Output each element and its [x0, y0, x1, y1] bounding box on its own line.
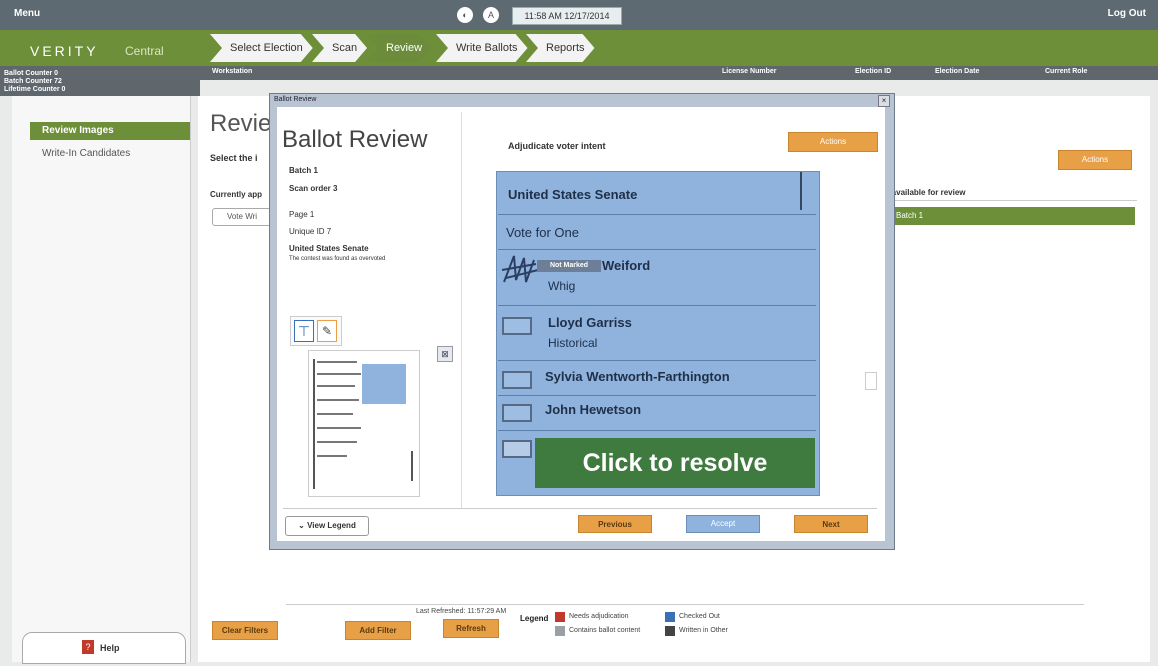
- divider: [498, 305, 816, 306]
- candidate-name: Sylvia Wentworth-Farthington: [545, 369, 730, 384]
- divider: [498, 430, 816, 431]
- adjudicate-heading: Adjudicate voter intent: [508, 141, 606, 151]
- module-name: Central: [125, 44, 164, 58]
- legend-label: Legend: [520, 614, 549, 623]
- candidate-party: Whig: [548, 279, 576, 293]
- needs-adjudication-swatch: [555, 612, 565, 622]
- candidate-oval[interactable]: [502, 404, 532, 422]
- logout-link[interactable]: Log Out: [1108, 8, 1146, 19]
- next-button[interactable]: Next: [794, 515, 868, 533]
- unique-id-info: Unique ID 7: [289, 227, 332, 236]
- contrast-icon[interactable]: ◐: [457, 7, 473, 23]
- lifetime-counter: Lifetime Counter 0: [4, 86, 66, 93]
- ballot-content-swatch: [555, 626, 565, 636]
- not-marked-badge: Not Marked: [537, 260, 601, 272]
- divider: [461, 112, 462, 508]
- close-icon[interactable]: ×: [878, 95, 890, 107]
- contest-status: The contest was found as overvoted: [289, 256, 386, 262]
- dialog-window-title: Ballot Review: [274, 96, 317, 103]
- view-legend-button[interactable]: ⌄ View Legend: [285, 516, 369, 536]
- candidate-oval[interactable]: [502, 317, 532, 335]
- ballot-page-icon[interactable]: ⊤: [294, 320, 314, 342]
- divider: [498, 214, 816, 215]
- vote-write-in-filter-button[interactable]: Vote Wri: [212, 208, 272, 226]
- accept-button[interactable]: Accept: [686, 515, 760, 533]
- ballot-counter: Ballot Counter 0: [4, 70, 59, 77]
- actions-label: Actions: [1081, 155, 1109, 164]
- step-select-election[interactable]: Select Election: [210, 34, 313, 62]
- previous-button[interactable]: Previous: [578, 515, 652, 533]
- batch-counter: Batch Counter 72: [4, 78, 62, 85]
- thumbnail-highlight: [362, 364, 406, 404]
- available-for-review-label: s available for review: [885, 188, 966, 197]
- candidate-name: John Hewetson: [545, 402, 642, 417]
- candidate-name: Lloyd Garriss: [548, 315, 632, 330]
- chevron-down-icon: ⌄: [298, 521, 308, 530]
- last-refreshed-text: Last Refreshed: 11:57:29 AM: [416, 608, 507, 615]
- help-label[interactable]: Help: [100, 643, 120, 653]
- legend-checked-out: Checked Out: [679, 613, 720, 620]
- vote-for-instructions: Vote for One: [506, 225, 579, 240]
- scribble-mark-icon: [501, 255, 539, 283]
- main-actions-button[interactable]: Actions: [1058, 150, 1132, 170]
- brand-logo: VERITY: [30, 43, 99, 59]
- text-size-icon[interactable]: A: [483, 7, 499, 23]
- divider: [498, 249, 816, 250]
- refresh-button[interactable]: Refresh: [443, 619, 499, 638]
- dialog-actions-button[interactable]: Actions: [788, 132, 878, 152]
- candidate-name: Weiford: [602, 258, 651, 273]
- election-date-label: Election Date: [935, 68, 980, 75]
- write-in-oval[interactable]: [502, 440, 532, 458]
- sidebar-item-review-images[interactable]: Review Images: [30, 122, 190, 140]
- instructions-text: Select the i: [210, 153, 258, 163]
- divider: [498, 360, 816, 361]
- workstation-label: Workstation: [212, 68, 253, 75]
- scrollbar-thumb[interactable]: [865, 372, 877, 390]
- election-id-label: Election ID: [855, 68, 892, 75]
- view-legend-label: View Legend: [307, 521, 356, 530]
- current-role-label: Current Role: [1045, 68, 1088, 75]
- zoom-out-icon[interactable]: ⊠: [437, 346, 453, 362]
- divider: [286, 604, 1084, 605]
- legend-contains-ballot-content: Contains ballot content: [569, 627, 641, 634]
- page-title: Revie: [210, 110, 272, 137]
- scan-order-info: Scan order 3: [289, 184, 338, 193]
- divider: [882, 200, 1137, 201]
- checked-out-swatch: [665, 612, 675, 622]
- written-in-other-swatch: [665, 626, 675, 636]
- sidebar: [12, 96, 191, 662]
- step-write-ballots[interactable]: Write Ballots: [436, 34, 528, 62]
- actions-label: Actions: [819, 137, 847, 146]
- write-in-page-icon[interactable]: ✎: [317, 320, 337, 342]
- divider: [498, 395, 816, 396]
- contest-info: United States Senate: [289, 244, 369, 253]
- help-icon[interactable]: ?: [82, 640, 94, 654]
- contest-title: United States Senate: [508, 187, 638, 202]
- info-bar: [0, 66, 1158, 80]
- batch-list-item[interactable]: Batch 1: [882, 207, 1135, 225]
- clock-display: 11:58 AM 12/17/2014: [512, 7, 622, 25]
- dialog-title: Ballot Review: [282, 126, 428, 153]
- click-to-resolve-button[interactable]: Click to resolve: [535, 438, 815, 488]
- page-info: Page 1: [289, 210, 315, 219]
- menu-button[interactable]: Menu: [14, 8, 40, 19]
- page-selector[interactable]: ⊤ ✎: [290, 316, 342, 346]
- add-filter-button[interactable]: Add Filter: [345, 621, 411, 640]
- candidate-party: Historical: [548, 336, 598, 350]
- legend-needs-adjudication: Needs adjudication: [569, 613, 629, 620]
- divider: [283, 508, 877, 509]
- clear-filters-button[interactable]: Clear Filters: [212, 621, 278, 640]
- candidate-oval[interactable]: [502, 371, 532, 389]
- license-number-label: License Number: [722, 68, 777, 75]
- batch-info: Batch 1: [289, 166, 318, 175]
- batch-list-item-label: Batch 1: [896, 211, 924, 220]
- ballot-scrollbar[interactable]: [800, 172, 802, 210]
- legend-written-in-other: Written in Other: [679, 627, 728, 634]
- currently-applied-label: Currently app: [210, 190, 263, 199]
- sidebar-item-write-in-candidates[interactable]: Write-In Candidates: [42, 148, 130, 159]
